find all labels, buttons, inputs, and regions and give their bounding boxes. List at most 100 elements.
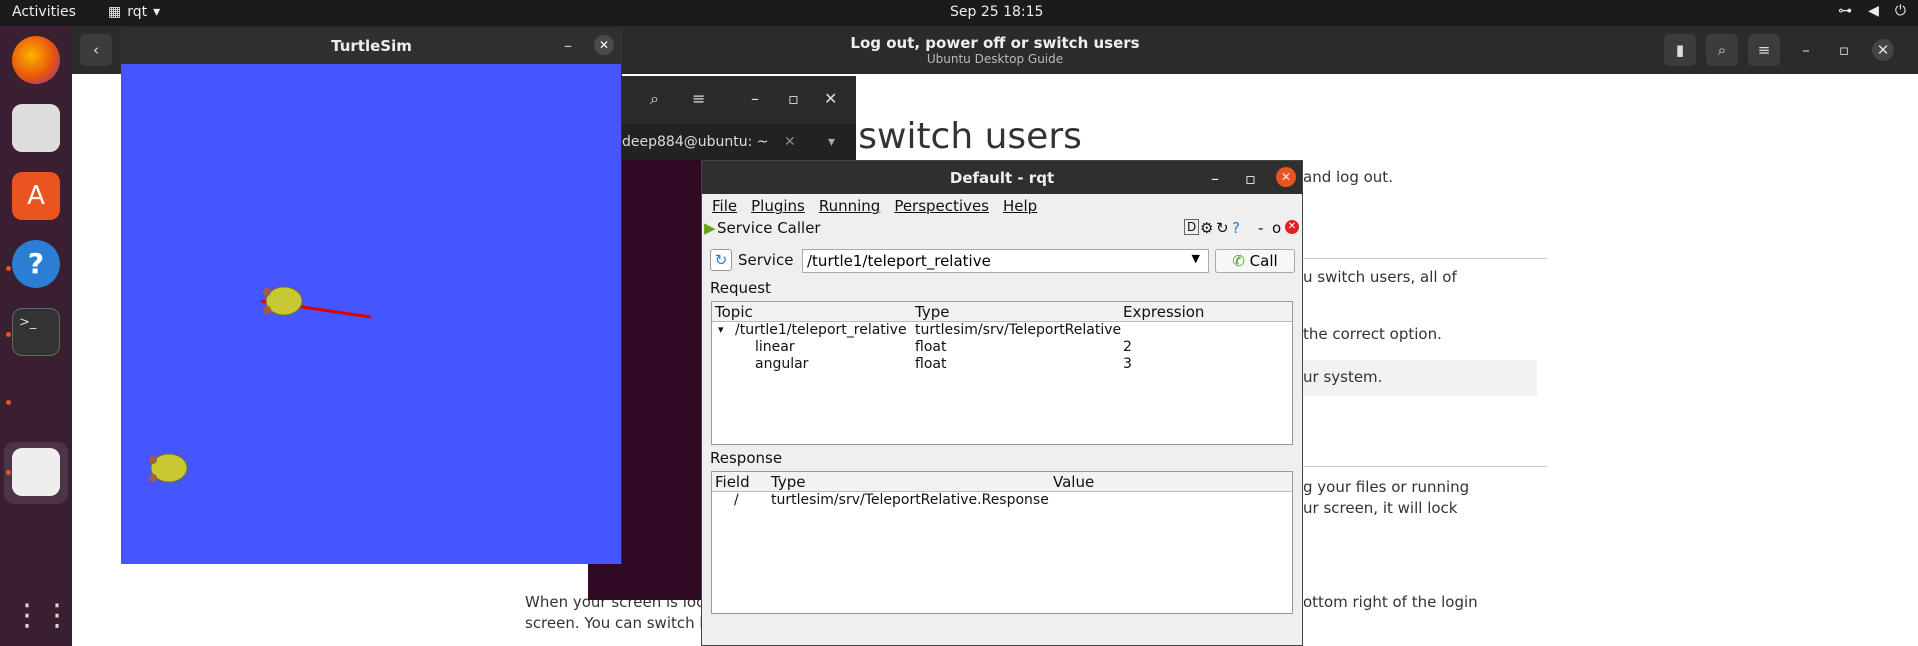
maximize-icon[interactable]: ▫ [1245, 169, 1256, 188]
software-icon[interactable]: A [12, 172, 60, 220]
plugin-bar: ▶ Service Caller D ⚙ ↻ ? - o ✕ [702, 218, 1302, 240]
show-applications-icon[interactable]: ⋮⋮⋮ [12, 592, 102, 640]
row-type: float [915, 339, 947, 355]
refresh-services-button[interactable]: ↻ [710, 249, 732, 271]
minimize-icon[interactable]: – [564, 36, 572, 55]
request-table-header: Topic Type Expression [712, 302, 1292, 322]
gear-icon[interactable]: ⚙ [1200, 219, 1213, 237]
row-expression[interactable]: 3 [1123, 356, 1132, 372]
row-type: turtlesim/srv/TeleportRelative.Response [771, 492, 1049, 508]
chevron-down-icon[interactable]: ▾ [718, 323, 724, 336]
service-label: Service [738, 251, 794, 269]
menu-icon[interactable]: ≡ [1748, 34, 1780, 66]
divider [1303, 258, 1547, 259]
help-icon[interactable]: ? [12, 240, 60, 288]
terminal-tab[interactable]: deep884@ubuntu: ~ ✕ ▾ [588, 124, 856, 160]
dock: A ? >_ ⋮⋮⋮ [0, 26, 102, 646]
column-header[interactable]: Value [1053, 473, 1094, 491]
column-header[interactable]: Expression [1123, 303, 1204, 321]
service-value: /turtle1/teleport_relative [807, 252, 991, 270]
menu-icon[interactable]: ≡ [692, 89, 705, 108]
dock-toggle-button[interactable]: D [1184, 219, 1200, 235]
terminal-icon[interactable]: >_ [12, 308, 60, 356]
rqt-window: Default - rqt – ▫ ✕ File Plugins Running… [701, 160, 1303, 646]
play-icon: ▶ [704, 219, 716, 237]
maximize-icon[interactable]: ▫ [1828, 34, 1860, 66]
service-select[interactable]: /turtle1/teleport_relative ▼ [802, 249, 1209, 273]
call-button[interactable]: ✆ Call [1215, 249, 1295, 273]
running-indicator [6, 332, 11, 337]
search-icon[interactable]: ⌕ [1706, 34, 1738, 66]
running-indicator [6, 266, 11, 271]
maximize-icon[interactable]: ▫ [788, 89, 799, 108]
menu-running[interactable]: Running [819, 197, 880, 215]
menu-help[interactable]: Help [1003, 197, 1037, 215]
close-icon[interactable]: ✕ [824, 89, 837, 108]
help-line: g your files or running [1303, 478, 1470, 496]
row-topic: angular [755, 356, 809, 372]
app-menu[interactable]: ▦ rqt ▾ [108, 4, 160, 20]
help-line: u switch users, all of [1303, 268, 1457, 286]
minimize-plugin-icon[interactable]: - [1258, 219, 1263, 237]
system-tray[interactable]: ⊶ ◀ ⏻ [1838, 3, 1906, 19]
column-header[interactable]: Topic [715, 303, 753, 321]
power-icon: ⏻ [1894, 3, 1906, 19]
column-header[interactable]: Type [915, 303, 949, 321]
help-line: the correct option. [1303, 325, 1442, 343]
help-heading: r switch users [832, 116, 1082, 157]
divider [1303, 466, 1547, 467]
minimize-icon[interactable]: – [1211, 169, 1219, 188]
activities-button[interactable]: Activities [12, 4, 76, 20]
top-bar: Activities ▦ rqt ▾ Sep 25 18:15 ⊶ ◀ ⏻ [0, 0, 1918, 26]
help-line: ottom right of the login [1303, 593, 1478, 611]
call-label: Call [1249, 252, 1278, 270]
close-plugin-icon[interactable]: ✕ [1285, 220, 1299, 234]
row-topic: linear [755, 339, 795, 355]
files-icon[interactable] [12, 104, 60, 152]
plugin-title: Service Caller [717, 219, 821, 237]
chevron-down-icon: ▾ [153, 4, 161, 20]
close-icon[interactable]: ✕ [594, 35, 614, 55]
turtle-icon [263, 286, 303, 316]
reload-icon[interactable]: ↻ [1216, 219, 1229, 237]
clock[interactable]: Sep 25 18:15 [950, 4, 1043, 20]
running-indicator [6, 400, 11, 405]
close-tab-icon[interactable]: ✕ [784, 134, 796, 150]
apps-grid-icon[interactable] [12, 448, 60, 496]
column-header[interactable]: Type [771, 473, 805, 491]
search-icon[interactable]: ⌕ [650, 89, 659, 109]
menu-bar: File Plugins Running Perspectives Help [702, 194, 1302, 218]
response-label: Response [710, 449, 783, 467]
row-type: turtlesim/srv/TeleportRelative [915, 322, 1122, 338]
terminal-titlebar: ⌕ ≡ – ▫ ✕ [588, 76, 856, 124]
row-expression[interactable]: 2 [1123, 339, 1132, 355]
turtle-canvas [121, 64, 621, 564]
app-menu-label: rqt [127, 4, 148, 20]
firefox-icon[interactable] [12, 36, 60, 84]
help-icon[interactable]: ? [1232, 219, 1240, 237]
chevron-down-icon[interactable]: ▾ [828, 134, 835, 150]
menu-file[interactable]: File [712, 197, 737, 215]
menu-plugins[interactable]: Plugins [751, 197, 805, 215]
help-line: screen. You can switch bac [525, 614, 727, 632]
bookmark-icon[interactable]: ▮ [1664, 34, 1696, 66]
minimize-icon[interactable]: – [751, 89, 759, 108]
turtle-icon [149, 453, 188, 483]
request-table[interactable]: Topic Type Expression ▾ /turtle1/telepor… [711, 301, 1293, 445]
close-icon[interactable]: ✕ [1872, 39, 1894, 61]
rqt-titlebar: Default - rqt – ▫ ✕ [702, 161, 1302, 194]
response-table-header: Field Type Value [712, 472, 1292, 492]
menu-perspectives[interactable]: Perspectives [894, 197, 989, 215]
chevron-down-icon: ▼ [1191, 252, 1200, 265]
float-plugin-icon[interactable]: o [1272, 219, 1281, 237]
response-table[interactable]: Field Type Value / turtlesim/srv/Telepor… [711, 471, 1293, 614]
network-icon: ⊶ [1838, 3, 1853, 19]
grid-icon: ▦ [108, 4, 122, 20]
turtlesim-window: TurtleSim – ✕ [121, 28, 622, 564]
turtle-scene [149, 286, 372, 483]
close-icon[interactable]: ✕ [1276, 167, 1296, 187]
phone-icon: ✆ [1232, 252, 1245, 270]
column-header[interactable]: Field [715, 473, 750, 491]
minimize-icon[interactable]: – [1790, 34, 1822, 66]
help-line: and log out. [1303, 168, 1393, 186]
